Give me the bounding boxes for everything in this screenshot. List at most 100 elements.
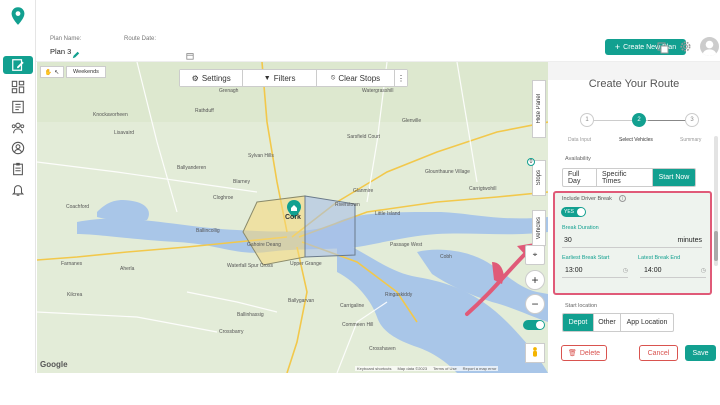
latest-break-input[interactable]: 14:00 ◷	[640, 264, 706, 278]
hide-panel-tab[interactable]: Hide Panel	[532, 80, 546, 138]
place-label: Crossbarry	[219, 329, 244, 335]
place-label: Cloghroe	[213, 195, 234, 201]
step-3-circle[interactable]: 3	[685, 113, 699, 127]
earliest-break-label: Earliest Break Start	[562, 255, 610, 261]
place-label: Cobh	[440, 254, 452, 260]
nav-clipboard-icon[interactable]	[10, 161, 26, 177]
step-2-circle[interactable]: 2	[632, 113, 646, 127]
left-nav-sidebar	[0, 0, 36, 373]
place-label: Rathduff	[195, 108, 214, 114]
route-panel: Create Your Route 1 2 3 Data Input Selec…	[548, 62, 720, 373]
availability-segmented: Full Day Specific Times Start Now	[562, 168, 696, 187]
route-date-label: Route Date:	[124, 36, 157, 42]
place-label: Ballygarvan	[288, 298, 315, 304]
app-location-option[interactable]: App Location	[621, 314, 673, 331]
place-label: Carrigaline	[340, 303, 365, 309]
locate-me-icon[interactable]: ⌖	[525, 245, 545, 265]
place-label: Glanmire	[353, 188, 374, 194]
place-label: Glenville	[402, 118, 422, 124]
place-label: Little Island	[375, 211, 401, 217]
plan-name-value[interactable]: Plan 3	[50, 47, 71, 56]
app-root: Plan Name: Plan 3 Route Date: + Create N…	[0, 0, 720, 405]
keyboard-shortcuts-link[interactable]: Keyboard shortcuts	[357, 366, 391, 371]
gear-icon[interactable]	[679, 40, 692, 53]
nav-team-icon[interactable]	[10, 120, 26, 136]
minutes-unit: minutes	[677, 237, 702, 244]
place-label: Aherla	[120, 266, 135, 272]
latest-break-label: Latest Break End	[638, 255, 681, 261]
weekends-toggle[interactable]: Weekends	[66, 66, 106, 78]
map-hand-tool[interactable]: ✋ ↖	[40, 66, 64, 78]
clock-icon: ◷	[622, 268, 628, 274]
step-1-circle[interactable]: 1	[580, 113, 594, 127]
nav-notifications-icon[interactable]	[10, 182, 26, 198]
save-button[interactable]: Save	[685, 345, 716, 361]
break-duration-input[interactable]: 30 minutes	[562, 234, 702, 248]
earliest-break-input[interactable]: 13:00 ◷	[562, 264, 628, 278]
create-new-plan-button[interactable]: + Create New Plan	[605, 39, 686, 55]
delete-button[interactable]: 🗑 Delete	[561, 345, 607, 361]
place-label: Carrigtwohill	[469, 186, 497, 192]
top-header: Plan Name: Plan 3 Route Date: + Create N…	[36, 0, 720, 62]
google-logo: Google	[40, 360, 68, 369]
plan-name-label: Plan Name:	[50, 36, 82, 42]
cancel-button[interactable]: Cancel	[639, 345, 678, 361]
vehicles-tab[interactable]: Vehicles	[532, 210, 546, 246]
panel-scrollbar[interactable]	[714, 136, 718, 266]
start-now-option[interactable]: Start Now	[653, 169, 695, 186]
calendar-icon[interactable]	[186, 47, 194, 60]
place-label: Upper Grange	[290, 261, 322, 267]
map-toolbar: ⚙ Settings ▼ Filters ⦸ Clear Stops ⋮	[179, 69, 408, 87]
other-option[interactable]: Other	[594, 314, 621, 331]
full-day-option[interactable]: Full Day	[563, 169, 597, 186]
filter-icon: ▼	[263, 74, 271, 82]
clear-stops-button[interactable]: ⦸ Clear Stops	[316, 70, 396, 86]
logo-pin-icon	[9, 6, 27, 26]
gear-icon: ⚙	[191, 73, 199, 83]
trash-icon: 🗑	[567, 350, 577, 357]
pointer-icon: ↖	[54, 69, 60, 76]
panel-title: Create Your Route	[588, 78, 680, 90]
specific-times-option[interactable]: Specific Times	[597, 169, 653, 186]
place-label: Lisavaird	[114, 130, 135, 136]
map-data-text: Map data ©2023	[397, 366, 428, 371]
include-break-label: Include Driver Break	[562, 196, 612, 202]
nav-dashboard-icon[interactable]	[10, 79, 26, 95]
zoom-in-button[interactable]: +	[525, 270, 545, 290]
map-layer-toggle[interactable]	[523, 320, 545, 330]
block-icon: ⦸	[330, 74, 336, 81]
stops-tab[interactable]: Stops	[532, 160, 546, 196]
copy-icon[interactable]	[657, 41, 669, 54]
place-label: Grenagh	[219, 88, 239, 94]
terms-link[interactable]: Terms of Use	[433, 366, 457, 371]
map-canvas[interactable]: Watergrasshill Grenagh Rathduff Knockavo…	[37, 62, 548, 373]
step-3-label: Summary	[680, 137, 702, 143]
avatar[interactable]	[700, 37, 719, 56]
stops-count-badge: 0	[527, 158, 535, 166]
report-error-link[interactable]: Report a map error	[463, 366, 497, 371]
nav-user-icon[interactable]	[10, 140, 26, 156]
place-label: Sarsfield Court	[347, 134, 381, 140]
nav-edit-icon[interactable]	[3, 56, 33, 74]
include-break-toggle[interactable]: YES	[561, 207, 586, 217]
place-label: Kilcrea	[67, 292, 83, 298]
place-label: Crosshaven	[369, 346, 396, 352]
depot-option[interactable]: Depot	[563, 314, 594, 331]
edit-pencil-icon[interactable]	[72, 46, 80, 59]
place-label: Sylvan Hills	[248, 153, 274, 159]
more-options-icon[interactable]: ⋮	[395, 70, 407, 86]
step-1-label: Data Input	[568, 137, 592, 143]
place-label: Passage West	[390, 242, 423, 248]
panel-action-bar: 🗑 Delete Cancel Save	[0, 345, 720, 405]
info-icon[interactable]: i	[619, 195, 626, 202]
place-label: Ballinhassig	[237, 312, 264, 318]
settings-button[interactable]: ⚙ Settings	[180, 70, 244, 86]
filters-button[interactable]: ▼ Filters	[243, 70, 317, 86]
nav-reports-icon[interactable]	[10, 99, 26, 115]
map-footer: Keyboard shortcuts Map data ©2023 Terms …	[355, 366, 499, 371]
zoom-out-button[interactable]: −	[525, 294, 545, 314]
street-view-pegman-icon[interactable]	[525, 343, 545, 363]
place-label: Ringaskiddy	[385, 292, 413, 298]
place-label: Farnanes	[61, 261, 83, 267]
break-duration-label: Break Duration	[562, 225, 599, 231]
